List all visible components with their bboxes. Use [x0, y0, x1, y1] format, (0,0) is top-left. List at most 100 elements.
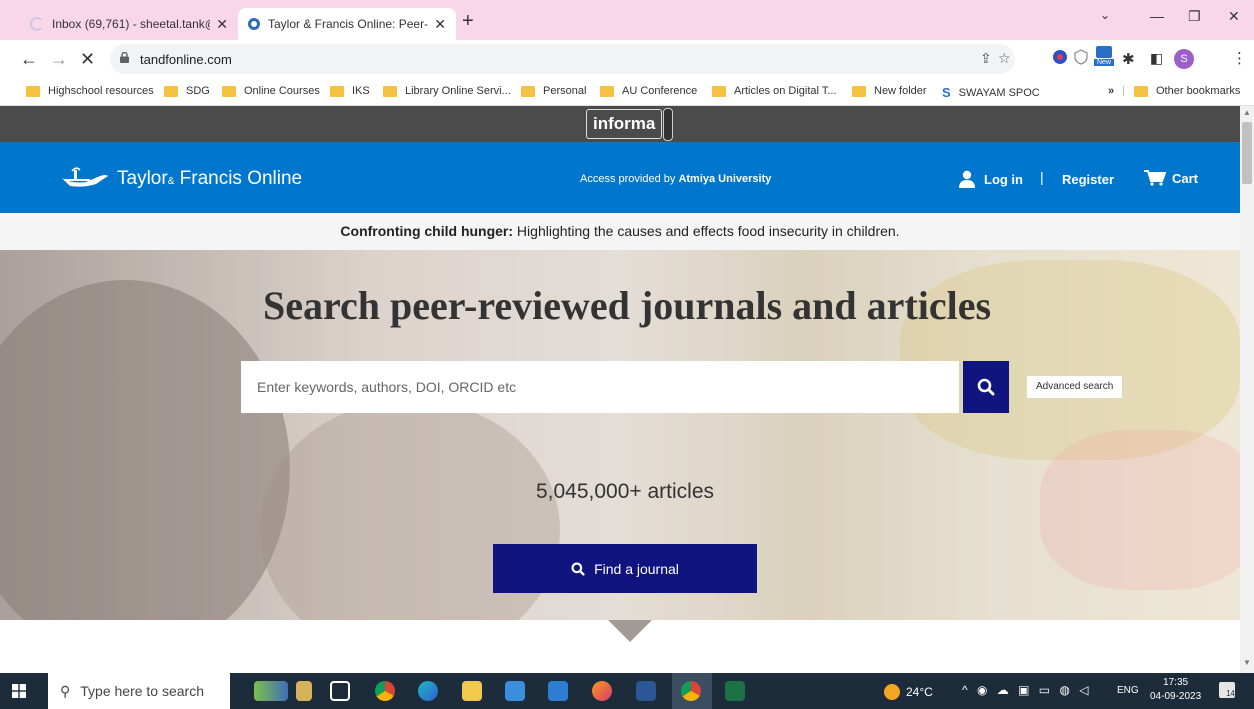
swayam-icon: S	[942, 85, 951, 100]
folder-icon	[383, 85, 397, 97]
lock-icon	[120, 52, 129, 63]
login-link[interactable]: Log in	[958, 170, 1023, 188]
tab-tandf[interactable]: Taylor & Francis Online: Peer-revi ✕	[238, 8, 456, 40]
scroll-up-arrow-icon[interactable]: ▲	[1243, 108, 1251, 117]
page-scrollbar[interactable]: ▲ ▼	[1240, 106, 1254, 673]
windows-taskbar: ⚲ Type here to search 24°C ^ ◉ ☁ ▣ ▭ ◍ ◁…	[0, 673, 1254, 709]
address-bar[interactable]: tandfonline.com ⇪ ☆	[110, 44, 1015, 74]
informa-logo[interactable]: informa	[586, 109, 663, 139]
notification-icon[interactable]: 14	[1219, 682, 1235, 698]
store-icon[interactable]	[548, 681, 568, 701]
bookmark-folder[interactable]: IKS	[330, 85, 370, 97]
scrollbar-thumb[interactable]	[1242, 122, 1252, 184]
cart-link[interactable]: Cart	[1144, 170, 1198, 186]
hero-section: Search peer-reviewed journals and articl…	[0, 250, 1240, 620]
bookmarks-divider: |	[1122, 85, 1125, 97]
side-panel-icon[interactable]: ◧	[1150, 50, 1163, 67]
site-header: Taylor& Francis Online Access provided b…	[0, 142, 1240, 213]
language-indicator[interactable]: ENG	[1117, 685, 1139, 696]
folder-icon	[712, 85, 726, 97]
minimize-icon[interactable]: —	[1150, 8, 1164, 24]
weather-sun-icon	[884, 684, 900, 700]
share-icon[interactable]: ⇪	[980, 50, 992, 67]
taskbar-search[interactable]: ⚲ Type here to search	[48, 673, 230, 709]
task-view-icon[interactable]	[330, 681, 350, 701]
hero-title: Search peer-reviewed journals and articl…	[262, 283, 992, 328]
browser-toolbar: ← → ✕ tandfonline.com ⇪ ☆ New ✱ ◧ S ⋮	[0, 40, 1254, 78]
search-icon	[571, 561, 585, 576]
bookmark-folder[interactable]: Highschool resources	[26, 85, 154, 97]
scroll-down-notch[interactable]	[608, 620, 652, 642]
tab-title: Taylor & Francis Online: Peer-revi	[268, 17, 429, 31]
taskbar-widget-icon[interactable]	[296, 681, 312, 701]
brand-name[interactable]: Taylor& Francis Online	[117, 168, 302, 190]
forward-icon[interactable]: →	[50, 49, 68, 70]
windows-start-icon[interactable]	[12, 684, 26, 698]
search-input[interactable]	[241, 361, 959, 413]
article-count: 5,045,000+ articles	[535, 480, 715, 503]
bookmark-folder[interactable]: New folder	[852, 85, 927, 97]
bookmark-folder[interactable]: AU Conference	[600, 85, 697, 97]
tab-search-icon[interactable]: ⌄	[1100, 8, 1110, 22]
bookmark-swayam[interactable]: S SWAYAM SPOC	[942, 85, 1040, 100]
word-icon[interactable]	[636, 681, 656, 701]
file-explorer-icon[interactable]	[462, 681, 482, 701]
taskbar-clock[interactable]: 17:35 04-09-2023	[1150, 676, 1201, 704]
back-icon[interactable]: ←	[20, 49, 38, 70]
more-bookmarks-button[interactable]: »	[1108, 85, 1114, 97]
find-journal-button[interactable]: Find a journal	[493, 544, 757, 593]
folder-icon	[26, 85, 40, 97]
taskbar-widget-icon[interactable]	[254, 681, 288, 701]
folder-icon	[852, 85, 866, 97]
scroll-down-arrow-icon[interactable]: ▼	[1243, 658, 1251, 667]
folder-icon	[600, 85, 614, 97]
other-bookmarks-folder[interactable]: Other bookmarks	[1134, 85, 1240, 97]
restore-icon[interactable]: ❐	[1188, 8, 1201, 25]
promo-banner[interactable]: Confronting child hunger: Highlighting t…	[0, 213, 1240, 250]
advanced-search-link[interactable]: Advanced search	[1027, 376, 1123, 398]
close-window-icon[interactable]: ✕	[1228, 8, 1240, 25]
folder-icon	[330, 85, 344, 97]
chrome-profile-icon[interactable]	[681, 681, 701, 701]
search-icon: ⚲	[60, 682, 71, 699]
system-tray-icons[interactable]: ^ ◉ ☁ ▣ ▭ ◍ ◁	[962, 683, 1091, 697]
access-provided-text: Access provided by Atmiya University	[580, 173, 772, 185]
close-tab-icon[interactable]: ✕	[216, 16, 228, 33]
cart-icon	[1144, 170, 1166, 186]
folder-icon	[164, 85, 178, 97]
browser-tabstrip: Inbox (69,761) - sheetal.tank@atr ✕ Tayl…	[0, 0, 1254, 40]
bookmark-folder[interactable]: Library Online Servi...	[383, 85, 511, 97]
mail-icon[interactable]	[505, 681, 525, 701]
search-icon	[977, 378, 995, 396]
bookmarks-bar: Highschool resources SDG Online Courses …	[0, 78, 1254, 106]
browser-menu-icon[interactable]: ⋮	[1232, 49, 1247, 67]
firefox-icon[interactable]	[592, 681, 612, 701]
bookmark-folder[interactable]: Articles on Digital T...	[712, 85, 837, 97]
new-tab-button[interactable]: +	[462, 10, 474, 33]
extensions-puzzle-icon[interactable]: ✱	[1122, 50, 1135, 68]
excel-icon[interactable]	[725, 681, 745, 701]
bookmark-star-icon[interactable]: ☆	[998, 50, 1011, 67]
tab-title: Inbox (69,761) - sheetal.tank@atr	[52, 17, 210, 31]
chrome-icon[interactable]	[375, 681, 395, 701]
stop-loading-icon[interactable]: ✕	[80, 49, 95, 70]
extension-globe-icon[interactable]	[1052, 49, 1068, 65]
bookmark-folder[interactable]: Online Courses	[222, 85, 320, 97]
oil-lamp-logo-icon[interactable]	[60, 166, 110, 188]
search-button[interactable]	[963, 361, 1009, 413]
profile-avatar[interactable]: S	[1174, 49, 1194, 69]
close-tab-icon[interactable]: ✕	[434, 16, 446, 33]
edge-icon[interactable]	[418, 681, 438, 701]
folder-icon	[521, 85, 535, 97]
weather-widget[interactable]: 24°C	[884, 684, 933, 700]
extension-shield-icon[interactable]	[1073, 49, 1089, 65]
user-icon	[959, 170, 975, 188]
informa-bar: informa	[0, 106, 1240, 142]
extension-new-icon[interactable]: New	[1094, 46, 1114, 70]
tab-inbox[interactable]: Inbox (69,761) - sheetal.tank@atr ✕	[20, 8, 238, 40]
bookmark-folder[interactable]: Personal	[521, 85, 586, 97]
register-link[interactable]: Register	[1062, 172, 1114, 187]
informa-toggle-handle[interactable]	[663, 108, 673, 141]
bookmark-folder[interactable]: SDG	[164, 85, 210, 97]
folder-icon	[222, 85, 236, 97]
